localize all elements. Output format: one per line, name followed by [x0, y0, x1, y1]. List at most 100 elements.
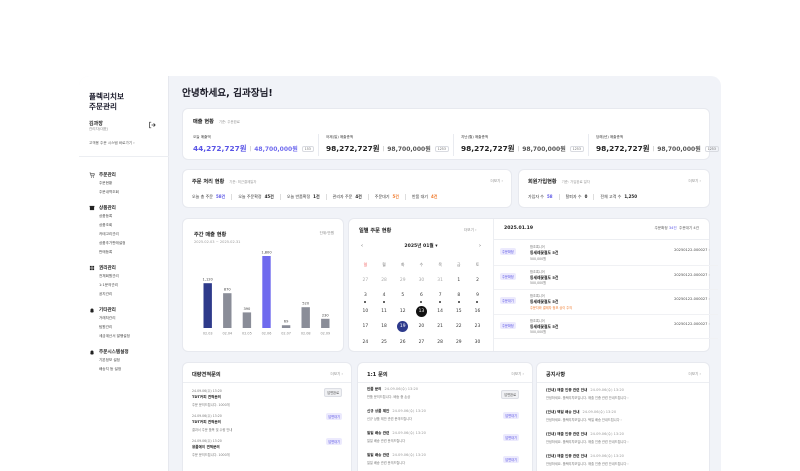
- inquiry-item[interactable]: 신규 상품 제안 24.09.06(수) 13:20 신규 상품 제안 관련 문의드…: [367, 409, 519, 421]
- bar-02.06[interactable]: [262, 256, 271, 328]
- inquiry-item[interactable]: 반품 문의 24.09.06(수) 13:20 반품 문의드립니다. 배송 중 손상…: [367, 387, 519, 399]
- sidebar-item[interactable]: 판매등록: [89, 248, 165, 257]
- calendar-day[interactable]: 14: [431, 304, 450, 320]
- status-badge: 답변대기: [503, 434, 519, 441]
- calendar-day[interactable]: 10: [356, 304, 375, 320]
- stat-item[interactable]: 오늘 주문확정 45건: [238, 194, 274, 200]
- calendar-day[interactable]: 27: [356, 273, 375, 289]
- calendar-day[interactable]: 21: [431, 319, 450, 335]
- calendar-day[interactable]: 12: [393, 304, 412, 320]
- sidebar-item[interactable]: 배송지 등 설정: [89, 365, 165, 374]
- nav-group-grid[interactable]: 권리관리: [89, 263, 165, 272]
- calendar-day[interactable]: 23: [468, 319, 487, 335]
- chevron-left-icon[interactable]: ‹: [361, 243, 363, 249]
- calendar-day[interactable]: 15: [449, 304, 468, 320]
- calendar-day[interactable]: 4: [375, 288, 394, 304]
- nav-group-cart[interactable]: 주문관리: [89, 170, 165, 179]
- calendar-day[interactable]: 28: [375, 273, 394, 289]
- order-row[interactable]: 주문확정 함초록니어 등세레꽃절도 5건 500,000원 20250122-00002…: [494, 315, 718, 340]
- sidebar-item[interactable]: 카테고리관리: [89, 230, 165, 239]
- calendar-day[interactable]: 1: [449, 273, 468, 289]
- chevron-right-icon[interactable]: ›: [479, 243, 481, 249]
- bar-02.05[interactable]: [242, 312, 252, 328]
- bar-02.03[interactable]: [203, 283, 212, 328]
- stat-item[interactable]: 가입자 수 58: [528, 194, 553, 200]
- calendar-day[interactable]: 6: [412, 288, 431, 304]
- stat-item[interactable]: 오늘 반품확정 1건: [287, 194, 320, 200]
- logout-icon[interactable]: [148, 121, 156, 129]
- sidebar-item[interactable]: 주문현황: [89, 179, 165, 188]
- sidebar-item[interactable]: 세금계산서 발행설정: [89, 332, 165, 341]
- notice-item[interactable]: [안내] 매출 인증 관련 안내 24.09.06(수) 13:20 안녕하세요. …: [546, 432, 700, 444]
- quote-item[interactable]: 24.09.06(수) 13:20 TDT커피 견적문의 결과서 주문 품목 및 수…: [192, 413, 342, 432]
- notice-item[interactable]: [안내] 택일 배송 안내 24.09.06(수) 13:20 안녕하세요. 플렉리…: [546, 410, 700, 422]
- sales-card: 매출 현황 기준: 주문완료 오늘 매출액 44,272,727원 | 48,700,0…: [183, 109, 719, 159]
- stat-item[interactable]: 관리자 주문 4건: [333, 194, 362, 200]
- sidebar-item[interactable]: 1:1문의관리: [89, 281, 165, 290]
- sidebar-item[interactable]: 상품추가판매설정: [89, 239, 165, 248]
- inquiry-item[interactable]: 일일 배송 관련 24.09.06(수) 13:20 일일 배송 관련 문의드립니다…: [367, 431, 519, 443]
- bar-02.09[interactable]: [321, 318, 330, 328]
- order-row[interactable]: 주문대기 함초록니어 등세레꽃절도 5건 주문자와 결제자 정보 상이 주의 20250…: [494, 290, 718, 315]
- calendar-day[interactable]: 30: [412, 273, 431, 289]
- calendar-day[interactable]: 28: [431, 335, 450, 351]
- calendar-day[interactable]: 18: [375, 319, 394, 335]
- notice-item[interactable]: [안내] 매출 인증 관련 안내 24.09.06(수) 13:20 안녕하세요. …: [546, 454, 700, 466]
- sidebar-item[interactable]: 상품조회: [89, 221, 165, 230]
- sidebar-item[interactable]: 거래처관리: [89, 314, 165, 323]
- calendar-day[interactable]: 16: [468, 304, 487, 320]
- sidebar-item[interactable]: 상품등록: [89, 212, 165, 221]
- calendar-day[interactable]: 8: [449, 288, 468, 304]
- calendar-day[interactable]: 25: [375, 335, 394, 351]
- sidebar-item[interactable]: 기본정보 설정: [89, 356, 165, 365]
- stat-item[interactable]: 반품 대기 4건: [412, 194, 437, 200]
- bar-02.04[interactable]: [223, 293, 232, 328]
- calendar-day[interactable]: 13: [412, 304, 431, 320]
- stat-item[interactable]: 오늘 총 주문 58건: [192, 194, 225, 200]
- calendar-day[interactable]: 7: [431, 288, 450, 304]
- bulk-quote-more-link[interactable]: 더보기 ›: [330, 372, 343, 377]
- order-row[interactable]: 주문확정 함초록니어 등세레꽃절도 5건 500,000원 20250122-00002…: [494, 266, 718, 291]
- calendar-day[interactable]: 22: [449, 319, 468, 335]
- daily-orders-more-link[interactable]: 더보기 ›: [464, 228, 477, 233]
- calendar-day[interactable]: 24: [356, 335, 375, 351]
- sidebar-item[interactable]: 공지관리: [89, 290, 165, 299]
- nav-group-bell[interactable]: 기타관리: [89, 305, 165, 314]
- stat-item[interactable]: 전체 고객 수 1,250: [600, 194, 637, 200]
- calendar-day[interactable]: 11: [375, 304, 394, 320]
- quote-item[interactable]: 24.09.06(수) 13:20 용품에이 견적문의 주문 문의드립니다. 100…: [192, 438, 342, 457]
- notice-more-link[interactable]: 더보기 ›: [688, 372, 701, 377]
- calendar-day[interactable]: 29: [449, 335, 468, 351]
- calendar-day[interactable]: 29: [393, 273, 412, 289]
- customer-system-link[interactable]: 고객용 주문 시스템 바로가기 ›: [89, 141, 135, 146]
- member-signup-more-link[interactable]: 더보기 ›: [688, 179, 701, 184]
- order-status-more-link[interactable]: 더보기 ›: [490, 179, 503, 184]
- quote-item[interactable]: 24.09.06(수) 13:20 TDT커피 견적문의 주문 문의드립니다. 10…: [192, 388, 342, 407]
- sidebar-item[interactable]: 전체회원관리: [89, 272, 165, 281]
- sidebar-item[interactable]: 주문내역조회: [89, 188, 165, 197]
- calendar-day[interactable]: 30: [468, 335, 487, 351]
- sidebar-item[interactable]: 팀원관리: [89, 323, 165, 332]
- calendar-day[interactable]: 31: [431, 273, 450, 289]
- calendar-day[interactable]: 9: [468, 288, 487, 304]
- calendar-day[interactable]: 5: [393, 288, 412, 304]
- brand-logo[interactable]: 플렉리치보 주문관리: [89, 92, 124, 112]
- inquiry-item[interactable]: 일일 배송 관련 24.09.06(수) 13:20 일일 배송 관련 문의드립니다…: [367, 453, 519, 465]
- calendar-day[interactable]: 19: [393, 319, 412, 335]
- calendar-day[interactable]: 2: [468, 273, 487, 289]
- calendar-month[interactable]: 2025년 01월 ▾: [404, 243, 437, 249]
- bar-02.07[interactable]: [281, 325, 291, 328]
- calendar-day[interactable]: 3: [356, 288, 375, 304]
- nav-group-bell[interactable]: 주문시스템설정: [89, 347, 165, 356]
- bar-02.08[interactable]: [301, 307, 310, 328]
- order-row[interactable]: 주문확정 함초록니어 등세레꽃절도 5건 500,000원 20250122-00002…: [494, 241, 718, 266]
- stat-item[interactable]: 주문대기 5건: [375, 194, 399, 200]
- stat-item[interactable]: 탈퇴자 수0: [566, 194, 588, 200]
- nav-group-box[interactable]: 상품관리: [89, 203, 165, 212]
- calendar-day[interactable]: 20: [412, 319, 431, 335]
- inquiry-more-link[interactable]: 더보기 ›: [511, 372, 524, 377]
- calendar-day[interactable]: 26: [393, 335, 412, 351]
- calendar-day[interactable]: 27: [412, 335, 431, 351]
- notice-item[interactable]: [안내] 매출 인증 관련 안내 24.09.06(수) 13:20 안녕하세요. …: [546, 388, 700, 400]
- calendar-day[interactable]: 17: [356, 319, 375, 335]
